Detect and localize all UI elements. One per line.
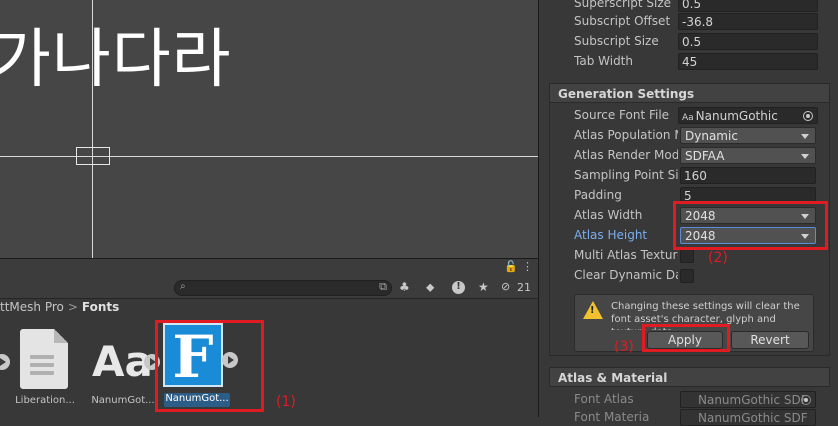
subscript-size-label: Subscript Size: [574, 34, 659, 48]
padding-label: Padding: [574, 188, 622, 202]
tab-width-label: Tab Width: [574, 54, 633, 68]
atlas-render-mode-value: SDFAA: [685, 149, 725, 163]
breadcrumb-separator: >: [67, 300, 78, 314]
font-material-field: NanumGothic SDF: [680, 409, 816, 426]
font-atlas-value: NanumGothic SDF: [698, 393, 808, 407]
breadcrumb-parent[interactable]: ttMesh Pro: [0, 300, 64, 314]
search-icon: ⌕: [180, 281, 186, 292]
hidden-packages-count: 21: [517, 281, 531, 294]
atlas-population-value: Dynamic: [685, 129, 738, 143]
rect-transform-handle[interactable]: [76, 147, 110, 165]
breadcrumb: ttMesh Pro > Fonts: [0, 300, 119, 318]
subscript-offset-field[interactable]: -36.8: [678, 13, 818, 30]
tab-width-field[interactable]: 45: [678, 53, 818, 70]
annotation-label-2: (2): [708, 250, 728, 266]
multi-atlas-checkbox[interactable]: [680, 249, 694, 263]
scene-vertical-guide: [92, 0, 93, 258]
atlas-population-label: Atlas Population M: [574, 128, 678, 142]
font-atlas-label: Font Atlas: [574, 392, 634, 406]
atlas-population-dropdown[interactable]: Dynamic: [680, 127, 816, 144]
font-material-label: Font Materia: [574, 410, 650, 424]
more-menu-icon[interactable]: ⋮: [522, 260, 533, 273]
subscript-size-field[interactable]: 0.5: [678, 33, 818, 50]
lock-icon[interactable]: 🔓: [504, 260, 518, 273]
annotation-box-2: [673, 201, 828, 250]
favorite-star-icon[interactable]: ★: [478, 280, 489, 294]
hidden-packages-icon[interactable]: ⊘: [501, 280, 510, 293]
clear-dynamic-data-label: Clear Dynamic Dat: [574, 268, 678, 282]
multi-atlas-label: Multi Atlas Texture: [574, 248, 678, 262]
object-picker-icon[interactable]: [803, 111, 813, 121]
clear-dynamic-data-checkbox[interactable]: [680, 269, 694, 283]
search-input[interactable]: ⌕ ⧉: [174, 280, 392, 296]
annotation-box-3: [642, 324, 730, 352]
filter-by-type-icon[interactable]: ♣: [399, 280, 410, 294]
asset-label: NanumGot...: [91, 395, 155, 406]
font-file-icon: Aa: [682, 113, 694, 123]
annotation-box-1: [155, 320, 264, 412]
sampling-point-size-field[interactable]: 160: [680, 167, 816, 184]
superscript-size-field[interactable]: 0.5: [678, 0, 818, 12]
asset-nanum-font[interactable]: Aa NanumGot...: [0, 323, 160, 413]
annotation-label-3: (3): [614, 339, 634, 355]
atlas-height-label: Atlas Height: [574, 228, 648, 242]
source-font-value: NanumGothic: [695, 109, 778, 123]
annotation-label-1: (1): [276, 394, 296, 410]
atlas-render-mode-label: Atlas Render Mode: [574, 148, 678, 162]
warning-exclamation: !: [590, 305, 595, 316]
filter-by-label-icon[interactable]: ⬥: [426, 280, 434, 295]
atlas-render-mode-dropdown[interactable]: SDFAA: [680, 147, 816, 164]
project-topbar: 🔓 ⋮: [0, 259, 538, 277]
atlas-material-header[interactable]: Atlas & Material: [549, 367, 830, 387]
warning-filter-icon[interactable]: !: [452, 281, 465, 294]
object-picker-icon: [801, 395, 811, 405]
font-atlas-field: NanumGothic SDF: [680, 391, 816, 408]
breadcrumb-current[interactable]: Fonts: [82, 300, 119, 314]
revert-button[interactable]: Revert: [731, 331, 809, 349]
scene-view[interactable]: 가나다라: [0, 0, 538, 258]
source-font-field[interactable]: Aa NanumGothic: [678, 107, 818, 124]
subscript-offset-label: Subscript Offset: [574, 14, 671, 28]
superscript-size-label: Superscript Size: [574, 0, 672, 10]
chevron-down-icon: [801, 154, 809, 159]
atlas-width-label: Atlas Width: [574, 208, 643, 222]
search-mode-icon[interactable]: ⧉: [379, 280, 387, 294]
chevron-down-icon: [801, 134, 809, 139]
sampling-point-size-label: Sampling Point Siz: [574, 168, 678, 182]
source-font-label: Source Font File: [574, 108, 670, 122]
generation-settings-header[interactable]: Generation Settings: [549, 83, 830, 103]
project-toolbar: ⌕ ⧉ ♣ ⬥ ! ★ ⊘ 21: [0, 277, 538, 299]
font-material-value: NanumGothic SDF: [698, 411, 808, 425]
scene-sample-text: 가나다라: [0, 23, 232, 97]
